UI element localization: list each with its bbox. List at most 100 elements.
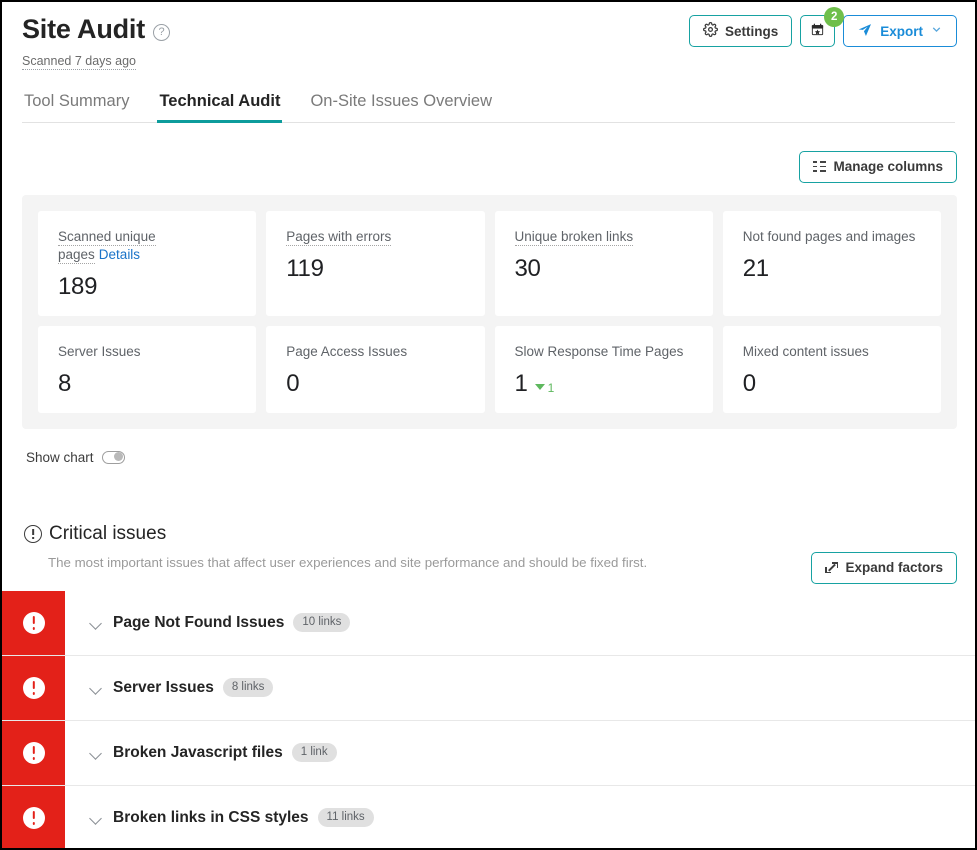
paper-plane-icon: [857, 22, 873, 41]
stat-value-row: 8: [58, 370, 239, 398]
issue-name: Server Issues: [113, 678, 214, 696]
issue-row[interactable]: Page Not Found Issues 10 links: [2, 590, 975, 656]
stat-card-page-access-issues[interactable]: Page Access Issues 0: [266, 325, 485, 413]
stat-label-wrap: Not found pages and images: [743, 228, 924, 246]
tab-on-site-issues-overview[interactable]: On-Site Issues Overview: [308, 88, 494, 123]
site-audit-page: Site Audit ? Scanned 7 days ago Settings…: [0, 0, 977, 850]
tab-tool-summary[interactable]: Tool Summary: [22, 88, 131, 123]
stat-label-wrap: Unique broken links: [514, 228, 696, 246]
manage-columns-button[interactable]: Manage columns: [799, 150, 957, 183]
chevron-down-icon[interactable]: [87, 809, 104, 826]
chevron-down-icon: [930, 23, 943, 39]
stat-value: 0: [286, 369, 300, 397]
severity-block: [2, 785, 65, 848]
stat-value: 30: [514, 254, 541, 282]
details-link[interactable]: Details: [99, 247, 140, 262]
critical-issues-header: Critical issues: [2, 523, 975, 545]
issue-row[interactable]: Server Issues 8 links: [2, 655, 975, 721]
stat-card-unique-broken-links[interactable]: Unique broken links 30: [494, 210, 713, 316]
toggle-knob: [113, 452, 123, 462]
stat-card-mixed-content-issues[interactable]: Mixed content issues 0: [722, 325, 941, 413]
issue-row[interactable]: Broken links in CSS styles 11 links: [2, 785, 975, 848]
stat-card-not-found-pages-and-images[interactable]: Not found pages and images 21: [722, 210, 941, 316]
alert-circle-icon: [24, 524, 42, 543]
exclamation-circle-icon: [22, 611, 45, 634]
header-actions: Settings 2 Export: [688, 7, 957, 47]
issue-links-badge: 11 links: [317, 808, 374, 827]
page-header: Site Audit ? Scanned 7 days ago Settings…: [2, 2, 975, 70]
stat-label-wrap: Slow Response Time Pages: [515, 343, 696, 361]
stat-label-wrap: Pages with errors: [286, 228, 467, 246]
chevron-down-icon[interactable]: [87, 679, 104, 696]
manage-columns-row: Manage columns: [2, 123, 975, 183]
stat-label: Mixed content issues: [742, 343, 869, 359]
stat-value-row: 1 1: [515, 370, 696, 398]
issue-name: Page Not Found Issues: [113, 613, 285, 631]
issue-name: Broken links in CSS styles: [113, 808, 309, 826]
stat-value: 1: [514, 369, 528, 397]
stat-label-wrap: Page Access Issues: [286, 343, 467, 361]
stat-card-pages-with-errors[interactable]: Pages with errors 119: [266, 210, 485, 316]
issue-links-badge: 8 links: [222, 678, 274, 697]
issue-links-badge: 10 links: [293, 613, 351, 632]
chevron-down-icon[interactable]: [87, 744, 104, 761]
issue-body: Broken links in CSS styles 11 links: [65, 785, 975, 848]
stat-value-row: 30: [515, 255, 696, 283]
stat-value-row: 189: [58, 273, 239, 301]
calendar-badge: 2: [824, 7, 845, 27]
critical-issues-section: Critical issues The most important issue…: [2, 523, 975, 848]
critical-issues-title: Critical issues: [49, 522, 167, 544]
export-button-label: Export: [880, 23, 923, 39]
issue-body: Broken Javascript files 1 link: [65, 720, 975, 785]
settings-button[interactable]: Settings: [688, 15, 793, 47]
severity-block: [2, 720, 65, 785]
stat-value-row: 119: [286, 255, 467, 283]
stats-panel: Scanned unique pages Details 189 Pages wi…: [22, 194, 957, 429]
issue-name: Broken Javascript files: [113, 743, 283, 761]
stat-value-row: 0: [286, 370, 467, 398]
page-title: Site Audit: [22, 14, 145, 44]
expand-arrows-icon: [825, 561, 839, 574]
show-chart-label: Show chart: [26, 449, 94, 465]
stat-card-slow-response-time-pages[interactable]: Slow Response Time Pages 1 1: [494, 325, 713, 413]
stat-card-scanned-unique-pages[interactable]: Scanned unique pages Details 189: [38, 210, 257, 316]
expand-factors-wrap: Expand factors: [811, 551, 957, 584]
settings-button-label: Settings: [724, 23, 779, 39]
stat-label: Server Issues: [58, 343, 141, 359]
issue-body: Server Issues 8 links: [65, 655, 975, 720]
stat-label-wrap: Scanned unique pages Details: [58, 228, 239, 264]
stat-label[interactable]: Unique broken links: [514, 228, 634, 246]
stat-label-wrap: Mixed content issues: [743, 343, 924, 361]
stat-delta: 1: [534, 380, 555, 395]
stat-label[interactable]: Pages with errors: [286, 228, 392, 246]
stat-label: Slow Response Time Pages: [514, 343, 684, 359]
stat-delta-value: 1: [547, 380, 555, 395]
calendar-button-wrap: 2: [800, 7, 845, 47]
tab-bar: Tool Summary Technical Audit On-Site Iss…: [22, 88, 955, 123]
export-button[interactable]: Export: [843, 15, 957, 47]
manage-columns-label: Manage columns: [833, 159, 943, 174]
stat-card-server-issues[interactable]: Server Issues 8: [38, 325, 257, 413]
chevron-down-icon[interactable]: [87, 614, 104, 631]
scanned-timestamp[interactable]: Scanned 7 days ago: [22, 54, 136, 70]
severity-block: [2, 655, 65, 720]
severity-block: [2, 590, 65, 655]
tab-technical-audit[interactable]: Technical Audit: [157, 88, 283, 123]
issue-row[interactable]: Broken Javascript files 1 link: [2, 720, 975, 786]
stat-value-row: 21: [743, 255, 924, 283]
expand-factors-button[interactable]: Expand factors: [811, 551, 957, 584]
issue-body: Page Not Found Issues 10 links: [65, 590, 975, 655]
issues-list: Page Not Found Issues 10 links Server Is…: [2, 590, 975, 848]
stat-value: 119: [286, 254, 324, 282]
stat-value: 21: [742, 254, 769, 282]
gear-icon: [703, 22, 718, 40]
stat-value-row: 0: [743, 370, 924, 398]
show-chart-toggle[interactable]: [101, 450, 125, 464]
question-circle-icon[interactable]: ?: [153, 24, 170, 41]
columns-list-icon: [813, 161, 827, 172]
exclamation-circle-icon: [22, 741, 45, 764]
expand-factors-label: Expand factors: [845, 560, 943, 575]
stat-value: 8: [58, 369, 72, 397]
triangle-down-icon: [534, 383, 545, 390]
stat-label: Not found pages and images: [742, 228, 916, 244]
